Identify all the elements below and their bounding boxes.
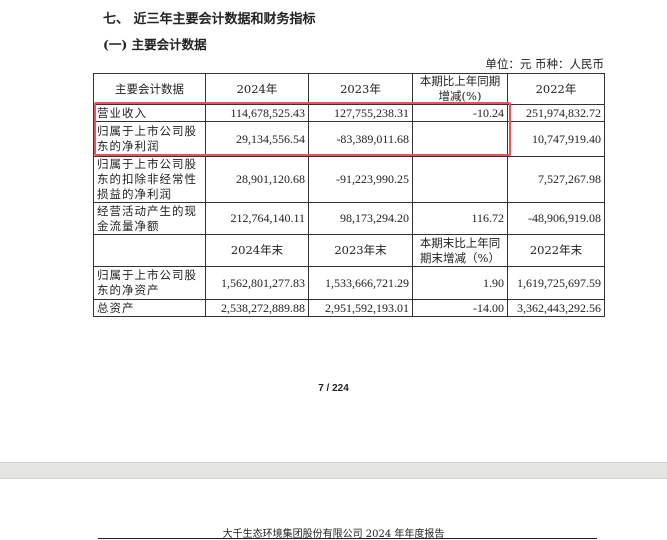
cell-value [412,156,508,203]
section-title: 七、 近三年主要会计数据和财务指标 [103,12,316,27]
header-cell: 2023年末 [308,234,413,267]
cell-value: 7,527,267.98 [507,156,605,203]
row-label: 总资产 [93,299,206,317]
table-row: 经营活动产生的现金流量净额 212,764,140.11 98,173,294.… [93,202,605,235]
cell-value: 2,538,272,889.88 [205,299,309,317]
cell-value: 1,562,801,277.83 [205,266,309,300]
cell-value: 2,951,592,193.01 [308,299,413,317]
header-cell: 2022年末 [507,234,605,267]
table-header-row: 主要会计数据 2024年 2023年 本期比上年同期增减(%) 2022年 [93,73,605,105]
header-cell: 2022年 [507,73,605,105]
header-cell: 主要会计数据 [93,73,206,105]
cell-value: 251,974,832.72 [507,104,605,122]
cell-value: -14.00 [412,299,508,317]
cell-value: 116.72 [412,202,508,235]
row-label: 归属于上市公司股东的扣除非经常性损益的净利润 [93,156,206,203]
cell-value: 1.90 [412,266,508,300]
cell-value: -91,223,990.25 [308,156,413,203]
header-cell: 本期比上年同期增减(%) [412,73,508,105]
cell-value: 10,747,919.40 [507,121,605,157]
table-row: 总资产 2,538,272,889.88 2,951,592,193.01 -1… [93,299,605,317]
table-row: 归属于上市公司股东的净资产 1,562,801,277.83 1,533,666… [93,266,605,300]
header-cell: 本期末比上年同期末增减（%） [412,234,508,267]
row-label: 经营活动产生的现金流量净额 [93,202,206,235]
unit-currency-note: 单位：元 币种：人民币 [485,57,604,71]
row-label: 归属于上市公司股东的净资产 [93,266,206,300]
subsection-title: (一) 主要会计数据 [103,37,207,52]
header-cell [93,234,206,267]
cell-value: 212,764,140.11 [205,202,309,235]
cell-value: -48,906,919.08 [507,202,605,235]
page-number: 7 / 224 [318,383,349,394]
table-subheader-row: 2024年末 2023年末 本期末比上年同期末增减（%） 2022年末 [93,234,605,267]
cell-value: 98,173,294.20 [308,202,413,235]
cell-value: 1,533,666,721.29 [308,266,413,300]
highlight-box [94,102,511,156]
table-row: 归属于上市公司股东的扣除非经常性损益的净利润 28,901,120.68 -91… [93,156,605,203]
header-cell: 2024年末 [205,234,309,267]
header-rule [98,538,597,539]
header-cell: 2023年 [308,73,413,105]
cell-value: 3,362,443,292.56 [507,299,605,317]
page-separator [0,462,667,479]
cell-value: 28,901,120.68 [205,156,309,203]
header-cell: 2024年 [205,73,309,105]
cell-value: 1,619,725,697.59 [507,266,605,300]
